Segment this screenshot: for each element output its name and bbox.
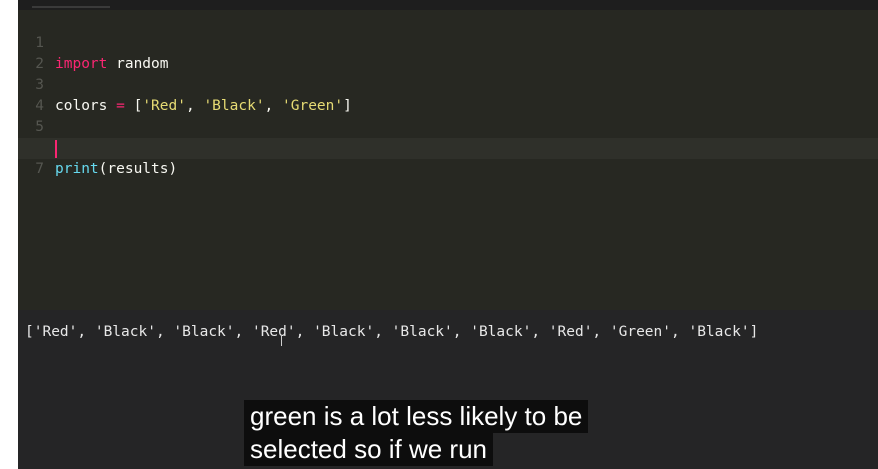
video-caption: green is a lot less likely to be selecte… — [244, 400, 589, 466]
code-line[interactable]: 3 colors = ['Red', 'Black', 'Green'] — [18, 54, 878, 114]
caption-line-2: selected so if we run — [244, 433, 494, 466]
active-tab-indicator — [32, 6, 110, 8]
output-text: ['Red', 'Black', 'Black', 'Red', 'Black'… — [25, 324, 759, 340]
code-line[interactable]: 5 results = random.choices(colors, weigh… — [18, 96, 878, 156]
app-frame: 1 import random 2 3 colors = ['Red', 'Bl… — [18, 0, 878, 469]
code-line[interactable]: 6 print(results) — [18, 117, 878, 177]
caption-line-1: green is a lot less likely to be — [244, 400, 589, 433]
text-cursor — [55, 140, 57, 158]
code-line-current[interactable]: 7 — [18, 138, 878, 177]
code-line[interactable]: 2 — [18, 33, 878, 72]
line-number: 7 — [35, 161, 44, 177]
code-line[interactable]: 1 import random — [18, 12, 878, 72]
mouse-cursor-icon — [281, 336, 282, 346]
code-editor[interactable]: 1 import random 2 3 colors = ['Red', 'Bl… — [18, 10, 878, 310]
code-text[interactable]: print(results) — [55, 159, 177, 180]
tab-bar — [18, 0, 878, 10]
code-token: (results) — [98, 161, 178, 177]
code-line[interactable]: 4 — [18, 75, 878, 114]
